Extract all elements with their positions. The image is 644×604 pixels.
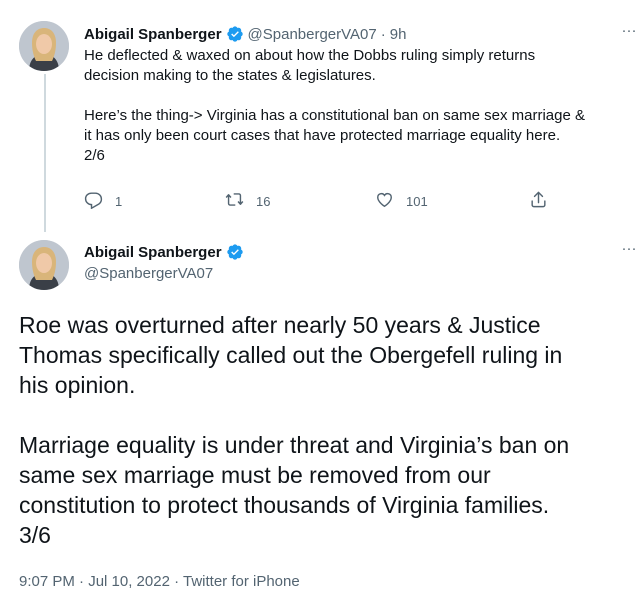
- tweet-metadata[interactable]: 9:07 PM · Jul 10, 2022 · Twitter for iPh…: [19, 573, 300, 590]
- tweet-1-actions: 1 16 101: [84, 190, 564, 216]
- reply-count: 1: [115, 193, 123, 209]
- author-name[interactable]: Abigail Spanberger: [84, 244, 222, 261]
- more-options-icon[interactable]: ···: [618, 241, 640, 262]
- separator: ·: [380, 25, 386, 43]
- reply-icon: [84, 190, 103, 212]
- more-options-icon[interactable]: ···: [618, 23, 640, 44]
- like-count: 101: [406, 193, 428, 209]
- like-button[interactable]: 101: [375, 190, 428, 212]
- author-handle[interactable]: @SpanbergerVA07: [84, 264, 244, 284]
- tweet-1-header: Abigail Spanberger @SpanbergerVA07 · 9h: [84, 24, 406, 44]
- heart-icon: [375, 190, 394, 212]
- tweet-2-header: Abigail Spanberger @SpanbergerVA07: [84, 242, 244, 284]
- retweet-button[interactable]: 16: [225, 190, 270, 212]
- reply-button[interactable]: 1: [84, 190, 122, 212]
- share-button[interactable]: [529, 190, 548, 212]
- tweet-1-text: He deflected & waxed on about how the Do…: [84, 47, 585, 164]
- verified-badge-icon: [226, 243, 244, 261]
- timestamp[interactable]: 9h: [390, 26, 407, 43]
- thread-connector-line: [44, 74, 46, 232]
- verified-badge-icon: [226, 25, 244, 43]
- retweet-icon: [225, 190, 244, 212]
- author-handle[interactable]: @SpanbergerVA07: [248, 26, 377, 43]
- avatar[interactable]: [19, 240, 69, 290]
- retweet-count: 16: [256, 193, 271, 209]
- author-name[interactable]: Abigail Spanberger: [84, 26, 222, 43]
- share-icon: [529, 190, 548, 212]
- avatar[interactable]: [19, 21, 69, 71]
- tweet-2-text: Roe was overturned after nearly 50 years…: [19, 312, 570, 548]
